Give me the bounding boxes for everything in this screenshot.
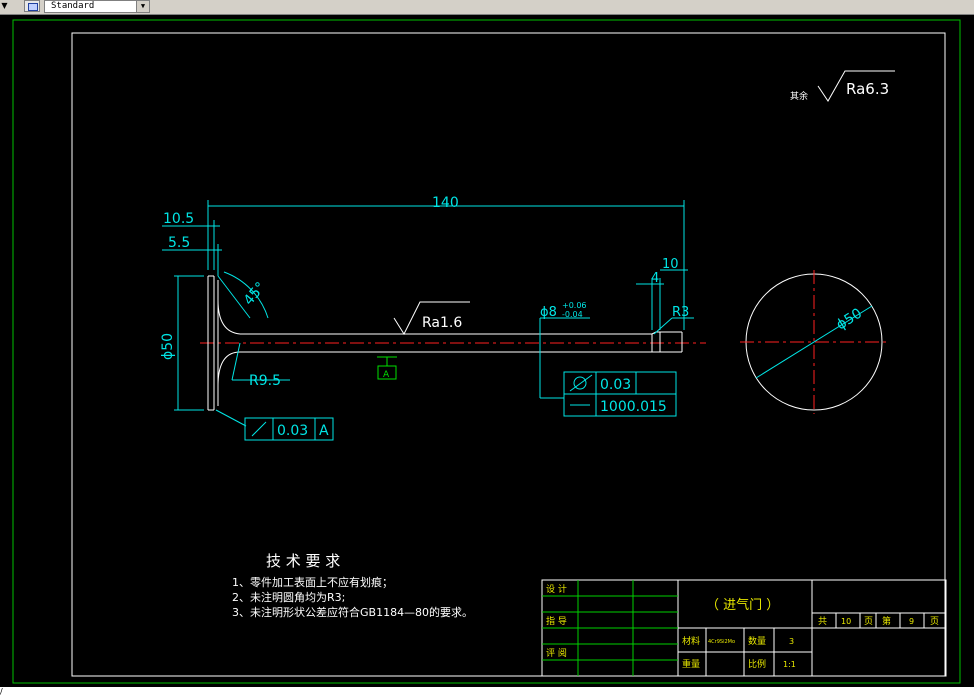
tb-review: 评 阅 bbox=[546, 648, 567, 659]
dim-head-step: 5.5 bbox=[168, 235, 190, 251]
toolbar: ▼ Standard ▼ bbox=[0, 0, 974, 15]
dropdown-arrow-icon[interactable]: ▼ bbox=[0, 0, 9, 12]
runout-value: 0.03 bbox=[277, 423, 308, 439]
tb-weight-label: 重量 bbox=[682, 658, 700, 670]
status-bar: / bbox=[0, 687, 974, 696]
runout-datum: A bbox=[319, 423, 329, 439]
tb-total-pages: 10 bbox=[841, 617, 851, 626]
dim-end-len-2: 10 bbox=[662, 257, 679, 272]
note-1: 1、零件加工表面上不应有划痕； bbox=[232, 575, 393, 589]
text-style-icon[interactable] bbox=[24, 0, 40, 12]
cylindricity-value: 0.03 bbox=[600, 377, 631, 393]
dim-head-thick: 10.5 bbox=[163, 211, 194, 227]
text-style-value: Standard bbox=[51, 1, 94, 11]
straightness-value: 1000.015 bbox=[600, 399, 667, 415]
tb-part-name: （ 进气门 ） bbox=[706, 597, 779, 613]
status-text: / bbox=[0, 687, 3, 696]
other-surface-value: Ra6.3 bbox=[846, 80, 889, 98]
tb-page-label-2: 页 bbox=[930, 616, 939, 627]
dim-fillet: R9.5 bbox=[249, 373, 281, 389]
tb-total-label: 共 bbox=[818, 616, 827, 627]
text-style-select[interactable]: Standard ▼ bbox=[44, 0, 150, 13]
tb-no-label: 第 bbox=[882, 615, 891, 627]
datum-label: A bbox=[383, 370, 390, 380]
tb-design: 设 计 bbox=[546, 583, 567, 595]
runout-arrow-icon bbox=[252, 422, 266, 436]
tb-scale-value: 1:1 bbox=[783, 660, 796, 669]
tb-guide: 指 导 bbox=[546, 615, 567, 627]
dim-stem-dia: ϕ8 bbox=[540, 305, 557, 320]
shaft-roughness-value: Ra1.6 bbox=[422, 315, 462, 331]
dim-end-len-1: 4 bbox=[651, 271, 659, 286]
note-2: 2、未注明圆角均为R3; bbox=[232, 590, 345, 604]
cad-drawing: 其余 Ra6.3 140 10.5 5.5 ϕ50 45° R9.5 4 10 … bbox=[0, 15, 974, 687]
tb-qty-label: 数量 bbox=[748, 635, 766, 647]
cylindricity-icon bbox=[570, 375, 592, 391]
chevron-down-icon[interactable]: ▼ bbox=[136, 1, 149, 12]
tb-material-label: 材料 bbox=[682, 635, 700, 647]
dim-tol-lower: -0.04 bbox=[562, 310, 583, 319]
other-surface-label: 其余 bbox=[790, 90, 808, 102]
circle-dia: ϕ50 bbox=[834, 305, 865, 333]
tb-page-label: 页 bbox=[864, 616, 873, 627]
dim-tol-upper: +0.06 bbox=[562, 301, 587, 310]
note-3: 3、未注明形状公差应符合GB1184—80的要求。 bbox=[232, 605, 473, 619]
tb-qty-value: 3 bbox=[789, 637, 794, 646]
dim-end-radius: R3 bbox=[672, 305, 689, 320]
dim-head-dia: ϕ50 bbox=[160, 333, 176, 360]
tb-page-no: 9 bbox=[909, 617, 914, 626]
notes-title: 技 术 要 求 bbox=[266, 552, 340, 570]
dim-total-length: 140 bbox=[432, 195, 459, 211]
drawing-canvas[interactable]: 其余 Ra6.3 140 10.5 5.5 ϕ50 45° R9.5 4 10 … bbox=[0, 15, 974, 687]
tb-scale-label: 比例 bbox=[748, 658, 766, 670]
tb-material-value: 4Cr9Si2Mo bbox=[708, 639, 735, 645]
